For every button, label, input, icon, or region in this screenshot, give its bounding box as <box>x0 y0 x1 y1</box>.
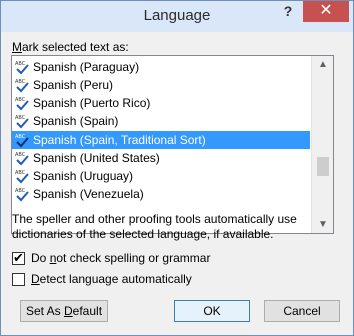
cancel-button[interactable]: Cancel <box>264 300 340 322</box>
checkmark-icon: ✔ <box>13 250 24 265</box>
svg-text:ABC: ABC <box>15 188 26 194</box>
svg-text:ABC: ABC <box>15 170 26 176</box>
detect-language-checkbox[interactable] <box>12 273 25 286</box>
close-button[interactable]: ✕ <box>303 1 349 22</box>
spellcheck-icon: ABC <box>15 134 29 148</box>
set-as-default-button[interactable]: Set As Default <box>20 300 108 322</box>
svg-text:ABC: ABC <box>15 115 26 121</box>
spellcheck-icon: ABC <box>15 97 29 111</box>
list-item[interactable]: ABC Spanish (United States) <box>12 149 310 167</box>
list-item-label: Spanish (Spain, Traditional Sort) <box>33 133 206 147</box>
mark-selected-text-label: Mark selected text as: <box>12 40 129 54</box>
ok-button[interactable]: OK <box>174 300 250 322</box>
spellcheck-icon: ABC <box>15 61 29 75</box>
spellcheck-icon: ABC <box>15 115 29 129</box>
detect-language-label[interactable]: Detect language automatically <box>31 272 192 286</box>
svg-text:ABC: ABC <box>15 97 26 103</box>
list-item-label: Spanish (Peru) <box>33 78 114 92</box>
list-item-label: Spanish (Venezuela) <box>33 187 144 201</box>
list-item-label: Spanish (Puerto Rico) <box>33 96 151 110</box>
svg-text:ABC: ABC <box>15 152 26 158</box>
list-item[interactable]: ABC Spanish (Spain) <box>12 112 310 130</box>
scroll-thumb[interactable] <box>317 157 329 176</box>
spellcheck-icon: ABC <box>15 152 29 166</box>
list-item[interactable]: ABC Spanish (Venezuela) <box>12 185 310 203</box>
list-scrollbar[interactable]: ▲ ▼ <box>311 56 333 233</box>
spellcheck-icon: ABC <box>15 188 29 202</box>
list-item-label: Spanish (United States) <box>33 151 160 165</box>
proofing-description: The speller and other proofing tools aut… <box>12 212 297 241</box>
list-item[interactable]: ABC Spanish (Uruguay) <box>12 167 310 185</box>
list-item-label: Spanish (Spain) <box>33 114 119 128</box>
title-bar[interactable]: Language ? ✕ <box>1 1 353 32</box>
accel-key: M <box>12 40 22 54</box>
svg-text:ABC: ABC <box>15 61 26 67</box>
spellcheck-icon: ABC <box>15 170 29 184</box>
scroll-up-arrow-icon[interactable]: ▲ <box>312 56 333 73</box>
list-item-label: Spanish (Paraguay) <box>33 60 140 74</box>
list-item-label: Spanish (Uruguay) <box>33 169 134 183</box>
list-item[interactable]: ABC Spanish (Peru) <box>12 76 310 94</box>
list-item-selected[interactable]: ABC Spanish (Spain, Traditional Sort) <box>12 131 310 149</box>
do-not-check-label[interactable]: Do not check spelling or grammar <box>31 251 210 265</box>
do-not-check-checkbox[interactable]: ✔ <box>12 250 25 265</box>
dialog-title: Language <box>143 7 211 24</box>
list-item[interactable]: ABC Spanish (Puerto Rico) <box>12 94 310 112</box>
help-button[interactable]: ? <box>277 3 299 23</box>
spellcheck-icon: ABC <box>15 79 29 93</box>
svg-text:ABC: ABC <box>15 134 26 140</box>
language-list[interactable]: ABC Spanish (Paraguay) ABC Spanish (Peru… <box>11 55 334 234</box>
svg-text:ABC: ABC <box>15 79 26 85</box>
list-item[interactable]: ABC Spanish (Paraguay) <box>12 58 310 76</box>
